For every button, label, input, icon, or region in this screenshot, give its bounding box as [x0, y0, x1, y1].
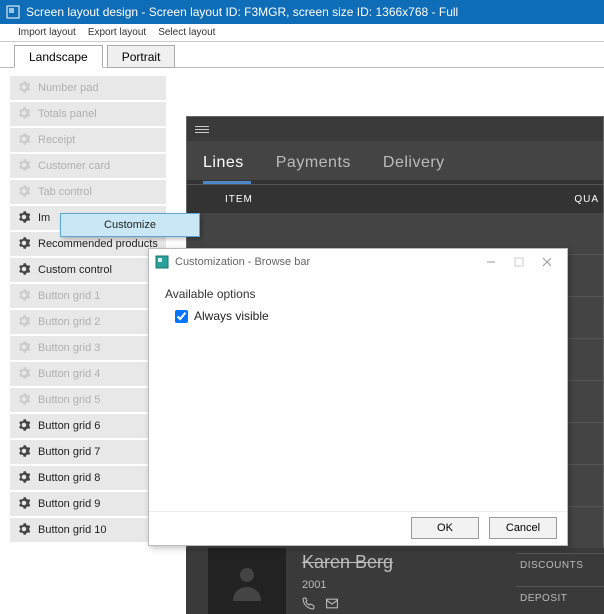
palette-item[interactable]: Button grid 6: [10, 414, 166, 438]
palette-item-label: Number pad: [38, 82, 99, 94]
menubar: Import layout Export layout Select layou…: [0, 24, 604, 42]
palette-item-label: Custom control: [38, 264, 112, 276]
palette-item-label: Tab control: [38, 186, 92, 198]
footer-discounts[interactable]: DISCOUNTS: [516, 553, 604, 577]
grid-header: ITEM QUA: [187, 185, 603, 213]
palette-item[interactable]: Button grid 7: [10, 440, 166, 464]
palette-item[interactable]: Receipt: [10, 128, 166, 152]
palette-item-label: Button grid 9: [38, 498, 100, 510]
palette-item-label: Button grid 10: [38, 524, 107, 536]
mail-icon[interactable]: [325, 597, 339, 610]
gear-icon: [18, 159, 30, 174]
preview-tabs: Lines Payments Delivery: [187, 141, 603, 185]
person-icon: [227, 561, 267, 601]
palette-item-label: Button grid 4: [38, 368, 100, 380]
context-menu: Customize: [60, 213, 200, 237]
minimize-button[interactable]: [477, 251, 505, 273]
footer-deposit[interactable]: DEPOSIT: [516, 586, 604, 610]
preview-tab-delivery[interactable]: Delivery: [383, 154, 445, 172]
gear-icon: [18, 263, 30, 278]
preview-topbar: [187, 117, 603, 141]
palette-item-label: Customer card: [38, 160, 110, 172]
tab-strip: Landscape Portrait: [0, 42, 604, 68]
user-name: Karen Berg: [302, 552, 516, 573]
always-visible-option[interactable]: Always visible: [175, 309, 551, 323]
palette-item[interactable]: Button grid 2: [10, 310, 166, 334]
palette-item[interactable]: Customer card: [10, 154, 166, 178]
gear-icon: [18, 445, 30, 460]
avatar: [208, 548, 286, 614]
menu-import-layout[interactable]: Import layout: [18, 27, 76, 38]
palette-item-label: Button grid 2: [38, 316, 100, 328]
dialog-titlebar: Customization - Browse bar: [149, 249, 567, 275]
gear-icon: [18, 497, 30, 512]
dialog-icon: [155, 255, 169, 269]
dialog-title: Customization - Browse bar: [175, 256, 310, 268]
close-icon: [542, 257, 552, 267]
palette-item-label: Button grid 5: [38, 394, 100, 406]
minimize-icon: [486, 257, 496, 267]
gear-icon: [18, 393, 30, 408]
palette-item[interactable]: Totals panel: [10, 102, 166, 126]
palette-item[interactable]: Button grid 4: [10, 362, 166, 386]
gear-icon: [18, 419, 30, 434]
palette-item[interactable]: Button grid 1: [10, 284, 166, 308]
gear-icon: [18, 367, 30, 382]
always-visible-checkbox[interactable]: [175, 310, 188, 323]
cancel-button[interactable]: Cancel: [489, 517, 557, 539]
user-year: 2001: [302, 579, 516, 591]
preview-tab-payments[interactable]: Payments: [276, 154, 351, 172]
palette-item[interactable]: Button grid 10: [10, 518, 166, 542]
palette-item-label: Button grid 6: [38, 420, 100, 432]
close-button[interactable]: [533, 251, 561, 273]
gear-icon: [18, 289, 30, 304]
preview-tab-lines[interactable]: Lines: [203, 154, 244, 172]
always-visible-label: Always visible: [194, 309, 269, 323]
ok-button[interactable]: OK: [411, 517, 479, 539]
gear-icon: [18, 133, 30, 148]
palette-item[interactable]: Tab control: [10, 180, 166, 204]
tab-portrait[interactable]: Portrait: [107, 45, 176, 68]
gear-icon: [18, 523, 30, 538]
gear-icon: [18, 237, 30, 252]
customization-dialog: Customization - Browse bar Available opt…: [148, 248, 568, 546]
gear-icon: [18, 107, 30, 122]
phone-icon[interactable]: [302, 597, 315, 610]
palette-item[interactable]: Button grid 5: [10, 388, 166, 412]
gear-icon: [18, 211, 30, 226]
menu-select-layout[interactable]: Select layout: [158, 27, 215, 38]
palette-item-label: Recommended products: [38, 238, 158, 250]
palette-item[interactable]: Custom control: [10, 258, 166, 282]
maximize-button[interactable]: [505, 251, 533, 273]
gear-icon: [18, 315, 30, 330]
palette-item[interactable]: Button grid 9: [10, 492, 166, 516]
gear-icon: [18, 471, 30, 486]
gear-icon: [18, 81, 30, 96]
app-icon: [6, 5, 20, 19]
hamburger-icon[interactable]: [195, 126, 209, 133]
palette-item-label: Button grid 1: [38, 290, 100, 302]
grid-header-item: ITEM: [187, 194, 574, 205]
window-title: Screen layout design - Screen layout ID:…: [26, 5, 458, 19]
palette-item-label: Im: [38, 212, 50, 224]
palette-item-label: Totals panel: [38, 108, 97, 120]
maximize-icon: [514, 257, 524, 267]
palette-item-label: Button grid 7: [38, 446, 100, 458]
gear-icon: [18, 185, 30, 200]
available-options-label: Available options: [165, 287, 551, 301]
palette-item-label: Button grid 3: [38, 342, 100, 354]
window-titlebar: Screen layout design - Screen layout ID:…: [0, 0, 604, 24]
tab-landscape[interactable]: Landscape: [14, 45, 103, 68]
palette-item[interactable]: Button grid 8: [10, 466, 166, 490]
palette-item[interactable]: Button grid 3: [10, 336, 166, 360]
grid-header-quantity: QUA: [574, 194, 603, 205]
palette-item-label: Receipt: [38, 134, 75, 146]
palette-item[interactable]: Number pad: [10, 76, 166, 100]
palette-item-label: Button grid 8: [38, 472, 100, 484]
preview-footer: Karen Berg 2001 DISCOUNTS DEPOSIT: [186, 548, 604, 614]
context-menu-customize[interactable]: Customize: [63, 216, 197, 234]
menu-export-layout[interactable]: Export layout: [88, 27, 146, 38]
gear-icon: [18, 341, 30, 356]
